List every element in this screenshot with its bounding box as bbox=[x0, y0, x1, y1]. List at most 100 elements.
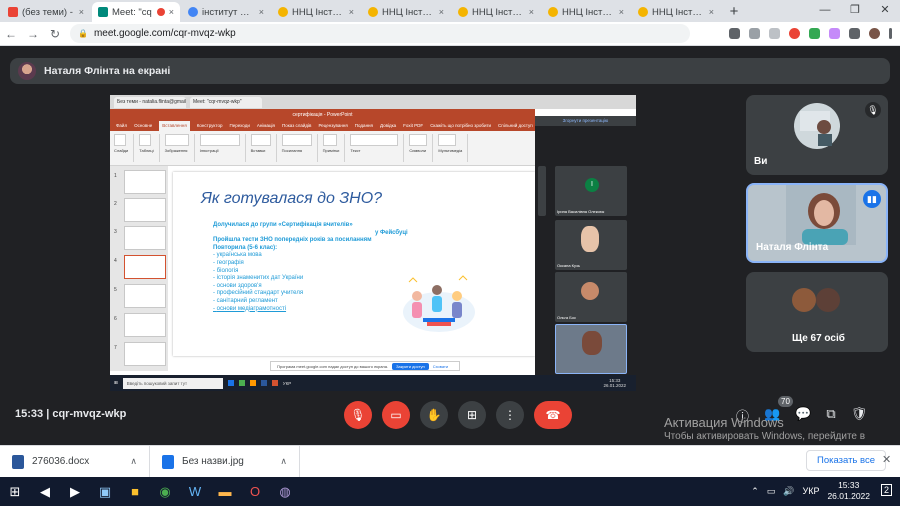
back-arrow-icon[interactable]: ◀ bbox=[30, 477, 60, 506]
ribbon-group-label: Ілюстрації bbox=[199, 148, 219, 153]
download-filename: 276036.docx bbox=[32, 456, 90, 467]
chevron-up-icon[interactable]: ∧ bbox=[130, 456, 137, 467]
close-tab-icon[interactable]: × bbox=[349, 7, 354, 17]
browser-tab[interactable]: інститут біол × bbox=[182, 2, 270, 22]
taskbar-clock[interactable]: 15:33 26.01.2022 bbox=[827, 480, 870, 502]
avatar bbox=[581, 226, 599, 252]
menu-item: Файл bbox=[116, 123, 128, 128]
gmail-icon bbox=[8, 7, 18, 17]
app-icon bbox=[260, 380, 267, 386]
minimize-button[interactable]: — bbox=[810, 0, 840, 22]
list-item: біологія bbox=[213, 268, 408, 276]
file-explorer-icon[interactable]: ■ bbox=[120, 477, 150, 506]
slide-title: Як готувалася до ЗНО? bbox=[201, 190, 383, 207]
downloads-bar: 276036.docx ∧ Без назви.jpg ∧ bbox=[0, 445, 900, 478]
opera-icon[interactable]: O bbox=[240, 477, 270, 506]
browser-tab[interactable]: ННЦ Інститу × bbox=[632, 2, 720, 22]
present-button[interactable]: ⊞ bbox=[458, 401, 486, 429]
share-icon[interactable] bbox=[749, 28, 760, 39]
mic-off-button[interactable]: 🎙 bbox=[344, 401, 372, 429]
close-tab-icon[interactable]: × bbox=[259, 7, 264, 17]
download-item[interactable]: 276036.docx ∧ bbox=[0, 445, 150, 478]
windows-start-icon[interactable]: ⊞ bbox=[0, 477, 30, 506]
close-tab-icon[interactable]: × bbox=[619, 7, 624, 17]
save-icon[interactable]: ▣ bbox=[90, 477, 120, 506]
word-icon[interactable]: W bbox=[180, 477, 210, 506]
tab-label: ННЦ Інститу bbox=[562, 6, 615, 18]
presenter-banner: Наталя Флінта на екрані bbox=[10, 58, 890, 84]
mic-off-icon: 🎙 bbox=[865, 102, 881, 118]
ribbon-group: Посилання bbox=[281, 134, 318, 162]
browser-tab[interactable]: ННЦ Інститу × bbox=[362, 2, 450, 22]
maximize-button[interactable]: ❐ bbox=[840, 0, 870, 22]
recording-dot-icon bbox=[156, 8, 165, 16]
close-tab-icon[interactable]: × bbox=[169, 7, 174, 17]
chevron-up-icon[interactable]: ∧ bbox=[280, 456, 287, 467]
raise-hand-button[interactable]: ✋ bbox=[420, 401, 448, 429]
menu-icon[interactable] bbox=[889, 28, 892, 39]
slide-line: Долучилася до групи «Сертифікація вчител… bbox=[213, 222, 353, 228]
menu-item: Переходи bbox=[229, 123, 250, 128]
activation-title: Активация Windows bbox=[664, 415, 784, 430]
powerpoint-ribbon: Слайди Таблиці Зображення Ілюстрації Вст… bbox=[110, 131, 535, 166]
back-icon[interactable]: ← bbox=[0, 27, 22, 41]
browser-tab-active[interactable]: Meet: "cq × bbox=[92, 2, 180, 22]
more-options-button[interactable]: ⋮ bbox=[496, 401, 524, 429]
browser-tab[interactable]: ННЦ Інститу × bbox=[452, 2, 540, 22]
close-downloads-button[interactable]: ✕ bbox=[882, 453, 891, 466]
slide-line: Пройшла тести ЗНО попередніх років за по… bbox=[213, 237, 372, 244]
participant-tile-self[interactable]: 🎙 Ви bbox=[746, 95, 888, 175]
close-tab-icon[interactable]: × bbox=[709, 7, 714, 17]
forward-arrow-icon[interactable]: ▶ bbox=[60, 477, 90, 506]
close-window-button[interactable]: ✕ bbox=[870, 0, 900, 22]
keyboard-language[interactable]: УКР bbox=[802, 486, 819, 496]
download-item[interactable]: Без назви.jpg ∧ bbox=[150, 445, 300, 478]
notifications-icon[interactable]: 2 bbox=[880, 484, 892, 496]
extension-icon[interactable] bbox=[829, 28, 840, 39]
ribbon-group: Слайди bbox=[114, 134, 135, 162]
browser-tab[interactable]: ННЦ Інститу × bbox=[272, 2, 360, 22]
close-tab-icon[interactable]: × bbox=[79, 7, 84, 17]
battery-icon[interactable]: ▭ bbox=[767, 486, 776, 497]
chrome-icon[interactable]: ◉ bbox=[150, 477, 180, 506]
avatar bbox=[581, 282, 599, 300]
browser-tab[interactable]: ННЦ Інститу × bbox=[542, 2, 630, 22]
browser-tab[interactable]: (без теми) - × bbox=[2, 2, 90, 22]
ribbon-group-label: Текст bbox=[350, 148, 361, 153]
opera-extension-icon[interactable] bbox=[789, 28, 800, 39]
meeting-code: cqr-mvqz-wkp bbox=[52, 408, 127, 420]
close-tab-icon[interactable]: × bbox=[439, 7, 444, 17]
volume-icon[interactable]: 🔊 bbox=[783, 486, 794, 497]
ribbon-group-label: Зображення bbox=[164, 148, 188, 153]
list-item: історія знаменитих дат України bbox=[213, 275, 408, 283]
viber-icon[interactable]: ◍ bbox=[270, 477, 300, 506]
address-bar[interactable]: 🔒 meet.google.com/cqr-mvqz-wkp bbox=[70, 24, 690, 43]
slide-thumbnail-selected: 4 bbox=[114, 255, 166, 279]
slide-thumbnail: 3 bbox=[114, 226, 166, 250]
tab-label: (без теми) - bbox=[22, 6, 73, 18]
tab-label: ННЦ Інститу bbox=[652, 6, 705, 18]
new-tab-button[interactable]: + bbox=[724, 2, 744, 22]
forward-icon[interactable]: → bbox=[22, 27, 44, 41]
participant-tile-presenter[interactable]: ▮▮ Наталя Флінта bbox=[746, 183, 888, 263]
site-icon bbox=[368, 7, 378, 17]
close-tab-icon[interactable]: × bbox=[529, 7, 534, 17]
inner-taskbar: ⊞ Введіть пошуковий запит тут УКР 15:33 … bbox=[110, 375, 636, 391]
comment-icon bbox=[322, 134, 337, 146]
shapes-icon bbox=[199, 134, 240, 146]
star-icon[interactable] bbox=[769, 28, 780, 39]
meet-icon bbox=[98, 7, 108, 17]
profile-avatar[interactable] bbox=[869, 28, 880, 39]
folder-icon[interactable]: ▬ bbox=[210, 477, 240, 506]
camera-off-button[interactable]: ▭ bbox=[382, 401, 410, 429]
windows-taskbar: ⊞ ◀ ▶ ▣ ■ ◉ W ▬ O ◍ ⌃ ▭ 🔊 УКР 15:33 26.0… bbox=[0, 477, 900, 506]
puzzle-icon[interactable] bbox=[849, 28, 860, 39]
leave-call-button[interactable]: ☎ bbox=[534, 401, 572, 429]
show-all-downloads-button[interactable]: Показать все bbox=[806, 450, 886, 471]
more-participants-tile[interactable]: Ще 67 осіб bbox=[746, 272, 888, 352]
reload-icon[interactable]: ↻ bbox=[44, 27, 66, 41]
shield-extension-icon[interactable] bbox=[809, 28, 820, 39]
avatar bbox=[18, 62, 36, 80]
camera-icon[interactable] bbox=[729, 28, 740, 39]
network-icon[interactable]: ⌃ bbox=[751, 486, 759, 497]
